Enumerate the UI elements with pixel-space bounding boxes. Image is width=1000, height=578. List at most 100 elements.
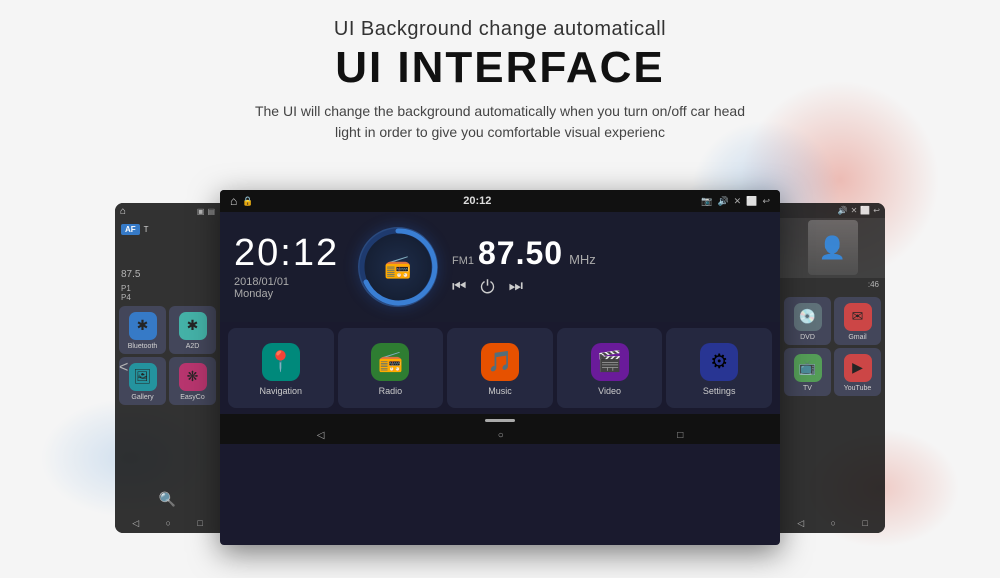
video-label: Video xyxy=(598,386,621,396)
header-subtitle: UI Background change automaticall xyxy=(0,18,1000,41)
radio-arc-svg xyxy=(358,227,438,307)
status-right: 📷 🔊 ✕ ⬜ ↩ xyxy=(701,196,770,207)
easyco-label: EasyCo xyxy=(180,394,205,401)
left-p-labels: P1 P4 xyxy=(115,284,220,302)
main-status-time: 20:12 xyxy=(463,195,491,207)
header-desc: The UI will change the background automa… xyxy=(0,101,1000,143)
right-side-screen: 🔊 ✕ ⬜ ↩ 👤 :46 💿 DVD ✉ Gmail 📺 TV xyxy=(780,203,885,533)
left-nav-home[interactable]: ○ xyxy=(166,518,171,529)
bluetooth-icon: ✱ xyxy=(129,312,157,340)
left-app-a2d[interactable]: ✱ A2D xyxy=(169,306,216,354)
right-app-dvd[interactable]: 💿 DVD xyxy=(784,297,831,345)
scroll-indicator xyxy=(485,419,515,422)
left-nav-back[interactable]: ◁ xyxy=(132,518,139,529)
app-radio[interactable]: 📻 Radio xyxy=(338,328,444,408)
right-close-icon: ✕ xyxy=(851,206,858,215)
app-video[interactable]: 🎬 Video xyxy=(557,328,663,408)
right-vol-icon: 🔊 xyxy=(838,206,848,215)
right-nav-recent[interactable]: □ xyxy=(862,518,867,529)
left-app-bluetooth[interactable]: ✱ Bluetooth xyxy=(119,306,166,354)
right-screen-icon: ⬜ xyxy=(860,206,870,215)
tv-icon: 📺 xyxy=(794,354,822,382)
gallery-icon: 🖼 xyxy=(129,363,157,391)
right-back-icon[interactable]: ↩ xyxy=(873,206,880,215)
af-badge: AF xyxy=(121,224,140,235)
status-camera-icon: 📷 xyxy=(701,196,712,207)
left-app-easyco[interactable]: ❋ EasyCo xyxy=(169,357,216,405)
right-person-image: 👤 xyxy=(819,235,846,261)
right-app-tv[interactable]: 📺 TV xyxy=(784,348,831,396)
status-back-icon[interactable]: ↩ xyxy=(762,196,770,207)
scroll-bar-area xyxy=(220,414,780,426)
dvd-icon: 💿 xyxy=(794,303,822,331)
screens-container: ⌂ ▣ ▤ AF T 87.5 P1 P4 < ✱ Bluetooth ✱ xyxy=(0,190,1000,545)
fm-freq: 87.50 xyxy=(478,237,563,269)
main-nav-back[interactable]: ◁ xyxy=(317,430,325,441)
gmail-icon: ✉ xyxy=(844,303,872,331)
dvd-label: DVD xyxy=(800,334,815,341)
main-home-icon[interactable]: ⌂ xyxy=(230,194,237,208)
fm-power-btn[interactable]: ⏻ xyxy=(480,277,494,298)
youtube-label: YouTube xyxy=(844,385,872,392)
easyco-icon: ❋ xyxy=(179,363,207,391)
main-nav-recent[interactable]: □ xyxy=(677,430,683,441)
header-area: UI Background change automaticall UI INT… xyxy=(0,0,1000,143)
right-nav-back[interactable]: ◁ xyxy=(797,518,804,529)
left-p1: P1 xyxy=(121,284,220,293)
right-app-grid: 💿 DVD ✉ Gmail 📺 TV ▶ YouTube xyxy=(780,297,885,396)
right-nav-home[interactable]: ○ xyxy=(831,518,836,529)
left-p4: P4 xyxy=(121,293,220,302)
fm-section: FM1 87.50 MHz ⏮ ⏻ ⏭ xyxy=(452,237,766,298)
left-app-grid: ✱ Bluetooth ✱ A2D 🖼 Gallery ❋ EasyCo xyxy=(115,306,220,405)
left-arrow-icon[interactable]: < xyxy=(119,359,128,377)
status-left: ⌂ 🔒 xyxy=(230,194,253,208)
main-nav-bar: ◁ ○ □ xyxy=(220,426,780,444)
radio-app-icon: 📻 xyxy=(371,343,409,381)
music-icon: 🎵 xyxy=(481,343,519,381)
clock-day: Monday xyxy=(234,288,273,300)
left-search-icon[interactable]: 🔍 xyxy=(159,491,176,508)
navigation-label: Navigation xyxy=(260,386,303,396)
header-desc-line2: light in order to give you comfortable v… xyxy=(0,122,1000,143)
left-status-icon1: ▣ xyxy=(197,207,205,216)
fm-prev-prev-btn[interactable]: ⏮ xyxy=(452,278,466,296)
youtube-icon: ▶ xyxy=(844,354,872,382)
radio-app-label: Radio xyxy=(379,386,403,396)
right-app-gmail[interactable]: ✉ Gmail xyxy=(834,297,881,345)
clock-section: 20:12 2018/01/01 Monday xyxy=(234,234,344,300)
a2d-label: A2D xyxy=(186,343,200,350)
gallery-label: Gallery xyxy=(131,394,153,401)
fm-label: FM1 xyxy=(452,255,474,267)
clock-time: 20:12 xyxy=(234,234,339,272)
main-lock-icon: 🔒 xyxy=(242,196,253,207)
a2d-icon: ✱ xyxy=(179,312,207,340)
tv-label: TV xyxy=(803,385,812,392)
app-navigation[interactable]: 📍 Navigation xyxy=(228,328,334,408)
status-screen-icon: ⬜ xyxy=(746,196,757,207)
navigation-icon: 📍 xyxy=(262,343,300,381)
left-freq: 87.5 xyxy=(115,269,220,280)
right-app-youtube[interactable]: ▶ YouTube xyxy=(834,348,881,396)
settings-label: Settings xyxy=(703,386,736,396)
bluetooth-label: Bluetooth xyxy=(128,343,158,350)
left-home-icon: ⌂ xyxy=(120,206,126,217)
status-volume-icon: 🔊 xyxy=(717,196,728,207)
top-widget: 20:12 2018/01/01 Monday 📻 FM1 87.50 MHz xyxy=(220,212,780,322)
status-close-icon: ✕ xyxy=(734,196,742,207)
left-nav-bar: ◁ ○ □ xyxy=(115,514,220,533)
fm-next-next-btn[interactable]: ⏭ xyxy=(509,278,523,296)
right-nav-bar: ◁ ○ □ xyxy=(780,514,885,533)
left-status-icon2: ▤ xyxy=(207,207,215,216)
main-nav-home[interactable]: ○ xyxy=(498,430,504,441)
fm-unit: MHz xyxy=(569,252,596,267)
radio-dial[interactable]: 📻 xyxy=(358,227,438,307)
music-label: Music xyxy=(488,386,512,396)
app-music[interactable]: 🎵 Music xyxy=(447,328,553,408)
fm-controls: ⏮ ⏻ ⏭ xyxy=(452,277,523,298)
left-side-screen: ⌂ ▣ ▤ AF T 87.5 P1 P4 < ✱ Bluetooth ✱ xyxy=(115,203,220,533)
left-nav-recent[interactable]: □ xyxy=(197,518,202,529)
app-settings[interactable]: ⚙ Settings xyxy=(666,328,772,408)
clock-date: 2018/01/01 xyxy=(234,276,289,288)
gmail-label: Gmail xyxy=(848,334,866,341)
main-screen: ⌂ 🔒 20:12 📷 🔊 ✕ ⬜ ↩ 20:12 2018/01/01 Mon… xyxy=(220,190,780,545)
